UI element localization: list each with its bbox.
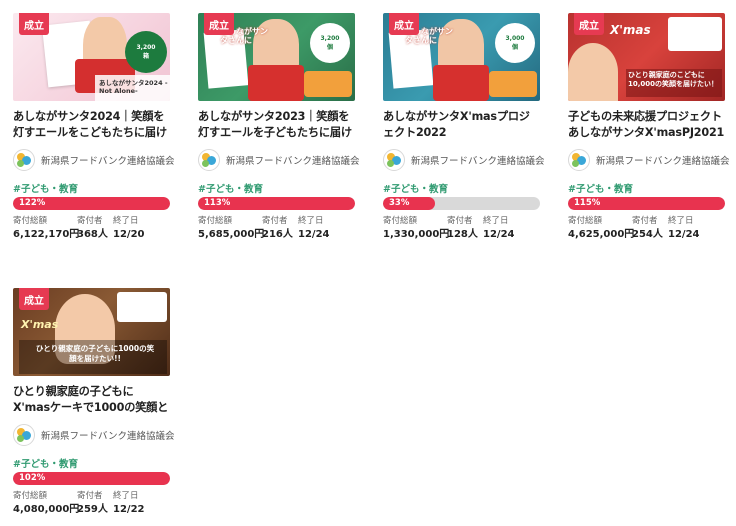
progress-bar: 115%	[568, 197, 725, 210]
organization[interactable]: 新潟県フードバンク連絡協議会	[13, 424, 174, 446]
end-date: 12/24	[298, 229, 330, 240]
stats-row: 寄付総額 5,685,000円 寄付者 216人 終了日 12/24	[198, 216, 355, 241]
category-tag[interactable]: #子ども・教育	[383, 181, 540, 195]
project-thumbnail[interactable]: X'mas ひとり親家庭の子どもに1000の笑顔を届けたい!! 成立	[13, 288, 170, 376]
organization-avatar	[568, 149, 590, 171]
end-date-label: 終了日	[113, 491, 139, 501]
total-label: 寄付総額	[568, 216, 603, 226]
project-title[interactable]: あしながサンタ2024｜笑顔を灯すエールをこどもたちに届けたい	[13, 109, 170, 141]
category-tag[interactable]: #子ども・教育	[13, 181, 170, 195]
donor-count: 216人	[262, 229, 293, 240]
total-label: 寄付総額	[13, 216, 48, 226]
category-tag[interactable]: #子ども・教育	[568, 181, 725, 195]
status-badge: 成立	[574, 13, 604, 35]
organization-name: 新潟県フードバンク連絡協議会	[41, 156, 175, 167]
organization[interactable]: 新潟県フードバンク連絡協議会	[383, 149, 544, 171]
organization-avatar	[13, 149, 35, 171]
donors-label: 寄付者	[632, 216, 658, 226]
organization-name: 新潟県フードバンク連絡協議会	[41, 431, 175, 442]
project-title[interactable]: あしながサンタX'masプロジェクト2022	[383, 109, 540, 141]
organization[interactable]: 新潟県フードバンク連絡協議会	[13, 149, 174, 171]
stats-row: 寄付総額 4,625,000円 寄付者 254人 終了日 12/24	[568, 216, 725, 241]
organization-name: 新潟県フードバンク連絡協議会	[411, 156, 545, 167]
end-date: 12/20	[113, 229, 145, 240]
progress-bar: 33%	[383, 197, 540, 210]
organization-avatar	[13, 424, 35, 446]
project-thumbnail[interactable]: X'mas ひとり親家庭のこどもに10,000の笑顔を届けたい！ 成立	[568, 13, 725, 101]
donor-count: 128人	[447, 229, 478, 240]
progress-percent: 102%	[19, 473, 46, 483]
progress-percent: 33%	[389, 198, 410, 208]
category-tag[interactable]: #子ども・教育	[198, 181, 355, 195]
stats-row: 寄付総額 1,330,000円 寄付者 128人 終了日 12/24	[383, 216, 540, 241]
progress-percent: 113%	[204, 198, 231, 208]
end-date: 12/24	[668, 229, 700, 240]
total-amount: 4,625,000円	[568, 229, 635, 240]
donors-label: 寄付者	[77, 491, 103, 501]
project-card[interactable]: 3,000 個 あしながサンタさんに 成立 あしながサンタX'masプロジェクト2…	[383, 13, 544, 241]
total-amount: 6,122,170円	[13, 229, 80, 240]
organization-name: 新潟県フードバンク連絡協議会	[596, 156, 730, 167]
donor-count: 259人	[77, 504, 108, 515]
project-card[interactable]: 3,200 箱 あしながサンタ2024 -Not Alone- 成立 あしながサン…	[13, 13, 174, 241]
organization-avatar	[198, 149, 220, 171]
progress-percent: 122%	[19, 198, 46, 208]
project-thumbnail[interactable]: 3,200 個 あしながサンタさんに 成立	[198, 13, 355, 101]
total-label: 寄付総額	[383, 216, 418, 226]
status-badge: 成立	[19, 288, 49, 310]
status-badge: 成立	[204, 13, 234, 35]
project-card[interactable]: X'mas ひとり親家庭のこどもに10,000の笑顔を届けたい！ 成立 子どもの…	[568, 13, 729, 241]
donors-label: 寄付者	[447, 216, 473, 226]
project-title[interactable]: ひとり親家庭の子どもにX'masケーキで1000の笑顔とエールを！	[13, 384, 170, 416]
stats-row: 寄付総額 4,080,000円 寄付者 259人 終了日 12/22	[13, 491, 170, 516]
progress-percent: 115%	[574, 198, 601, 208]
thumbnail-caption: あしながサンタ2024 -Not Alone-	[99, 79, 168, 95]
project-thumbnail[interactable]: 3,200 箱 あしながサンタ2024 -Not Alone- 成立	[13, 13, 170, 101]
organization-avatar	[383, 149, 405, 171]
project-title[interactable]: あしながサンタ2023｜笑顔を灯すエールを子どもたちに届けたい	[198, 109, 355, 141]
stats-row: 寄付総額 6,122,170円 寄付者 368人 終了日 12/20	[13, 216, 170, 241]
donor-count: 368人	[77, 229, 108, 240]
total-amount: 5,685,000円	[198, 229, 265, 240]
donors-label: 寄付者	[262, 216, 288, 226]
progress-bar: 122%	[13, 197, 170, 210]
end-date: 12/24	[483, 229, 515, 240]
project-thumbnail[interactable]: 3,000 個 あしながサンタさんに 成立	[383, 13, 540, 101]
organization-name: 新潟県フードバンク連絡協議会	[226, 156, 360, 167]
total-label: 寄付総額	[198, 216, 233, 226]
project-card[interactable]: X'mas ひとり親家庭の子どもに1000の笑顔を届けたい!! 成立 ひとり親家…	[13, 288, 174, 516]
status-badge: 成立	[389, 13, 419, 35]
status-badge: 成立	[19, 13, 49, 35]
project-card[interactable]: 3,200 個 あしながサンタさんに 成立 あしながサンタ2023｜笑顔を灯すエー…	[198, 13, 359, 241]
total-amount: 4,080,000円	[13, 504, 80, 515]
end-date-label: 終了日	[113, 216, 139, 226]
category-tag[interactable]: #子ども・教育	[13, 456, 170, 470]
thumbnail-caption: ひとり親家庭のこどもに10,000の笑顔を届けたい！	[628, 71, 719, 88]
organization[interactable]: 新潟県フードバンク連絡協議会	[198, 149, 359, 171]
end-date-label: 終了日	[668, 216, 694, 226]
end-date: 12/22	[113, 504, 145, 515]
progress-bar: 102%	[13, 472, 170, 485]
total-label: 寄付総額	[13, 491, 48, 501]
total-amount: 1,330,000円	[383, 229, 450, 240]
end-date-label: 終了日	[483, 216, 509, 226]
project-title[interactable]: 子どもの未来応援プロジェクトあしながサンタX'masPJ2021	[568, 109, 725, 141]
donors-label: 寄付者	[77, 216, 103, 226]
progress-bar: 113%	[198, 197, 355, 210]
thumbnail-caption: ひとり親家庭の子どもに1000の笑顔を届けたい!!	[35, 344, 155, 363]
donor-count: 254人	[632, 229, 663, 240]
organization[interactable]: 新潟県フードバンク連絡協議会	[568, 149, 729, 171]
end-date-label: 終了日	[298, 216, 324, 226]
